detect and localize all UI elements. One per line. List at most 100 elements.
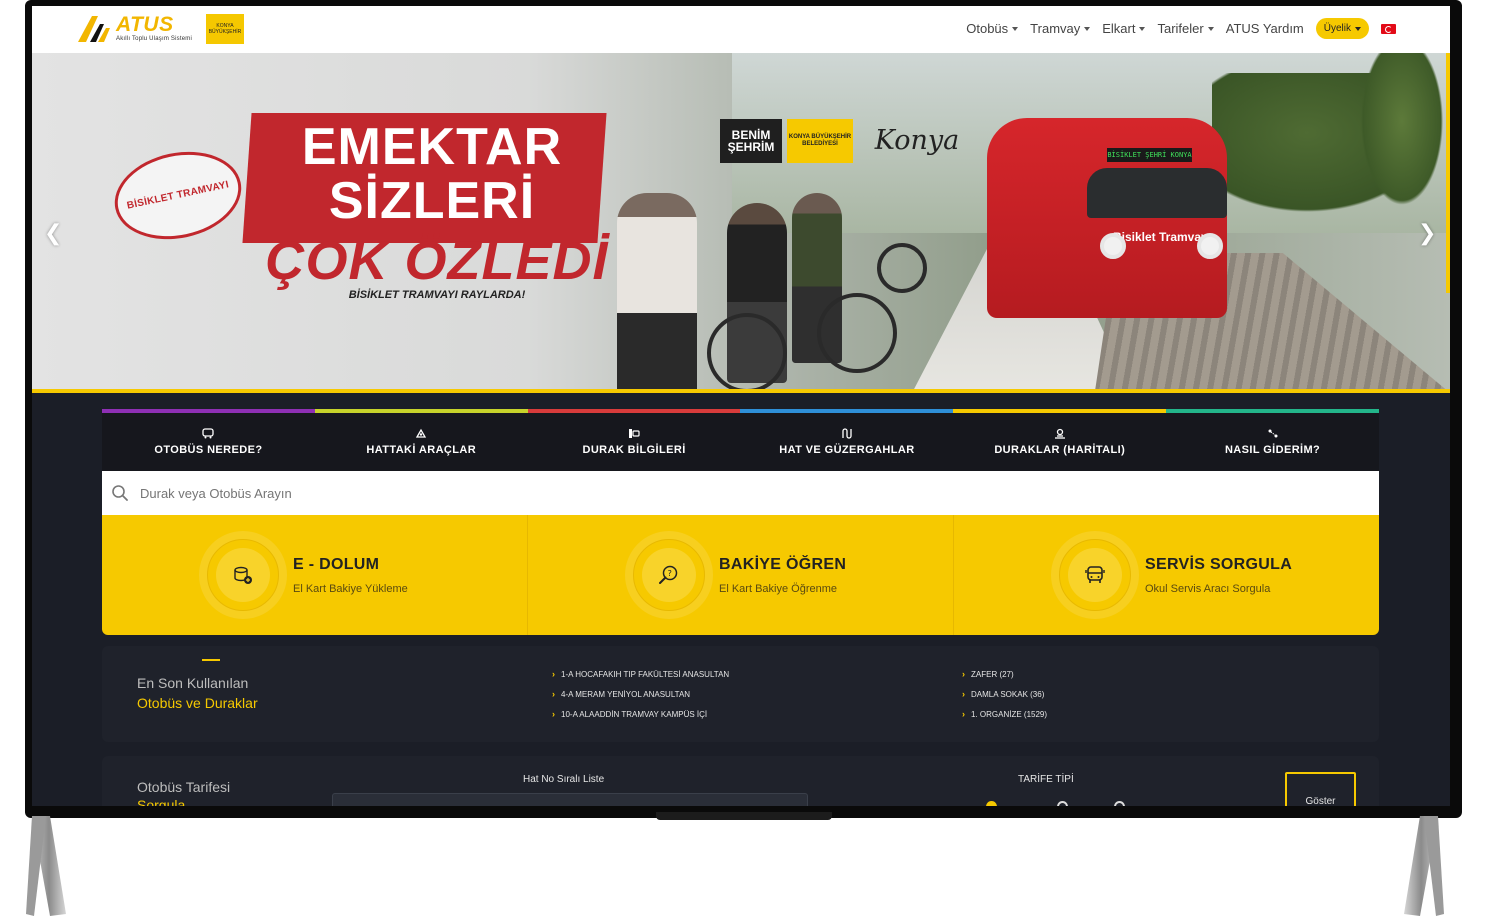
top-navbar: ATUS Akıllı Toplu Ulaşım Sistemi KONYA B… [32,6,1450,53]
line-select[interactable] [332,793,808,806]
caret-down-icon [1139,26,1146,31]
tab-hat-ve-guzergahlar[interactable]: HAT VE GÜZERGAHLAR [740,413,953,471]
menu-tramvay[interactable]: Tramvay [1030,21,1091,36]
tram-window [1087,168,1227,218]
recent-subtitle: Otobüs ve Duraklar [137,695,258,711]
caret-down-icon [1207,26,1214,31]
hero-headline-line1: EMEKTAR [301,118,563,176]
membership-button[interactable]: Üyelik [1315,18,1369,39]
chevron-right-icon: › [552,669,555,679]
bus-stop-icon [629,429,640,438]
recent-stop-label: 1. ORGANİZE (1529) [971,710,1048,719]
tab-duraklar-haritali[interactable]: DURAKLAR (HARİTALI) [953,413,1166,471]
recent-line-label: 4-A MERAM YENİYOL ANASULTAN [561,690,691,699]
main-menu: Otobüs Tramvay Elkart Tarifeler ATUS Yar… [966,18,1396,39]
search-icon [112,485,128,501]
tab-otobus-nerede[interactable]: OTOBÜS NEREDE? [102,413,315,471]
tv-stand-right [1404,816,1444,916]
search-input[interactable] [140,485,1240,501]
card-e-dolum[interactable]: E - DOLUM El Kart Bakiye Yükleme [102,515,527,635]
tram-headlight [1197,233,1223,259]
menu-otobus[interactable]: Otobüs [966,21,1019,36]
tab-label: HATTAKİ ARAÇLAR [366,444,477,456]
brand-name: ATUS [116,13,174,36]
tab-label: DURAK BİLGİLERİ [582,444,686,456]
recent-line-item[interactable]: › 1-A HOCAFAKIH TIP FAKÜLTESİ ANASULTAN [552,670,729,690]
map-pin-icon [1054,428,1065,439]
tab-durak-bilgileri[interactable]: DURAK BİLGİLERİ [528,413,741,471]
menu-elkart[interactable]: Elkart [1102,21,1146,36]
tab-label: NASIL GİDERİM? [1224,444,1321,456]
balance-search-icon: ? [659,565,678,584]
card-text: BAKİYE ÖĞREN El Kart Bakiye Öğrenme [719,556,846,595]
recent-lines-list: › 1-A HOCAFAKIH TIP FAKÜLTESİ ANASULTAN ›… [552,670,729,730]
tariff-type-radio[interactable] [1114,801,1125,806]
screen: ATUS Akıllı Toplu Ulaşım Sistemi KONYA B… [32,6,1450,806]
menu-label: Elkart [1102,21,1136,36]
search-bar [102,471,1379,515]
tariff-type-radio[interactable] [1057,801,1068,806]
service-tabs: OTOBÜS NEREDE? HATTAKİ ARAÇLAR DURAK BİL… [102,413,1379,471]
tariff-section: Otobüs Tarifesi Sorgula Hat No Sıralı Li… [102,756,1379,806]
svg-text:?: ? [668,569,672,578]
section-accent-line [202,659,220,661]
bus-front-icon [1085,566,1105,583]
tab-nasil-giderim[interactable]: NASIL GİDERİM? [1166,413,1379,471]
menu-help-link[interactable]: ATUS Yardım [1226,21,1304,36]
tariff-subtitle: Sorgula [137,797,186,806]
chevron-right-icon: › [552,689,555,699]
recent-stop-item[interactable]: › ZAFER (27) [962,670,1047,690]
card-bakiye-ogren[interactable]: ? BAKİYE ÖĞREN El Kart Bakiye Öğrenme [527,515,953,635]
tab-hattaki-araclar[interactable]: HATTAKİ ARAÇLAR [315,413,528,471]
card-title: E - DOLUM [293,555,380,573]
municipality-logo: KONYA BÜYÜKŞEHİR BELEDİYESİ [787,119,853,163]
card-icon-circle: ? [633,539,705,611]
card-icon-inner [1068,548,1122,602]
chevron-right-icon: › [962,689,965,699]
card-text: SERVİS SORGULA Okul Servis Aracı Sorgula [1145,556,1292,595]
brand-logo[interactable]: ATUS Akıllı Toplu Ulaşım Sistemi KONYA B… [76,14,244,44]
municipality-seal: KONYA BÜYÜKŞEHİR [205,14,244,44]
show-button[interactable]: Göster [1285,772,1356,806]
tab-label: OTOBÜS NEREDE? [154,444,263,456]
menu-label: Otobüs [966,21,1009,36]
chevron-right-icon: › [552,709,555,719]
card-subtitle: El Kart Bakiye Yükleme [293,582,408,595]
card-servis-sorgula[interactable]: SERVİS SORGULA Okul Servis Aracı Sorgula [953,515,1379,635]
tab-label: DURAKLAR (HARİTALI) [994,444,1126,456]
scrollbar-thumb[interactable] [1446,53,1450,293]
chevron-right-icon[interactable]: ❯ [1418,220,1436,246]
recent-line-item[interactable]: › 4-A MERAM YENİYOL ANASULTAN [552,690,729,710]
route-icon [842,428,852,439]
tariff-type-radio[interactable] [986,801,997,806]
cyclists-illustration [617,173,927,389]
recent-stop-item[interactable]: › 1. ORGANİZE (1529) [962,710,1047,730]
card-icon-inner [216,548,270,602]
card-icon-circle [1059,539,1131,611]
recent-line-label: 1-A HOCAFAKIH TIP FAKÜLTESİ ANASULTAN [561,670,730,679]
bus-icon [202,428,215,439]
recent-stops-list: › ZAFER (27) › DAMLA SOKAK (36) › 1. ORGANİ… [962,670,1047,730]
menu-label: Tramvay [1030,21,1081,36]
tram-headlight [1100,233,1126,259]
hero-headline-line3: ÇOK ÖZLEDİ [265,231,609,291]
recent-stop-item[interactable]: › DAMLA SOKAK (36) [962,690,1047,710]
card-title: BAKİYE ÖĞREN [719,555,847,573]
menu-tarifeler[interactable]: Tarifeler [1157,21,1214,36]
caret-down-icon [1355,26,1361,31]
tram-destination-sign: BİSİKLET ŞEHRİ KONYA [1107,148,1192,162]
recent-stop-label: ZAFER (27) [971,670,1014,679]
turkey-flag-icon[interactable] [1381,23,1396,34]
bicycle-wheel [707,313,787,389]
brand-text: ATUS Akıllı Toplu Ulaşım Sistemi [116,13,192,43]
benim-sehrim-logo: BENİM ŞEHRİM [720,119,782,163]
seal-text: KONYA BÜYÜKŞEHİR [208,23,242,35]
chevron-left-icon[interactable]: ❮ [44,220,62,246]
brand-tagline: Akıllı Toplu Ulaşım Sistemi [116,36,192,42]
hero-headline-line2: SİZLERİ [328,172,536,230]
hero-slider: BİSİKLET ŞEHRİ KONYA Bisiklet Tramvayı B… [32,53,1450,393]
bicycle-wheel [817,293,897,373]
recent-line-item[interactable]: › 10-A ALAADDİN TRAMVAY KAMPÜS İÇİ [552,710,729,730]
tv-stand-left [26,816,66,916]
tariff-title: Otobüs Tarifesi [137,779,231,795]
